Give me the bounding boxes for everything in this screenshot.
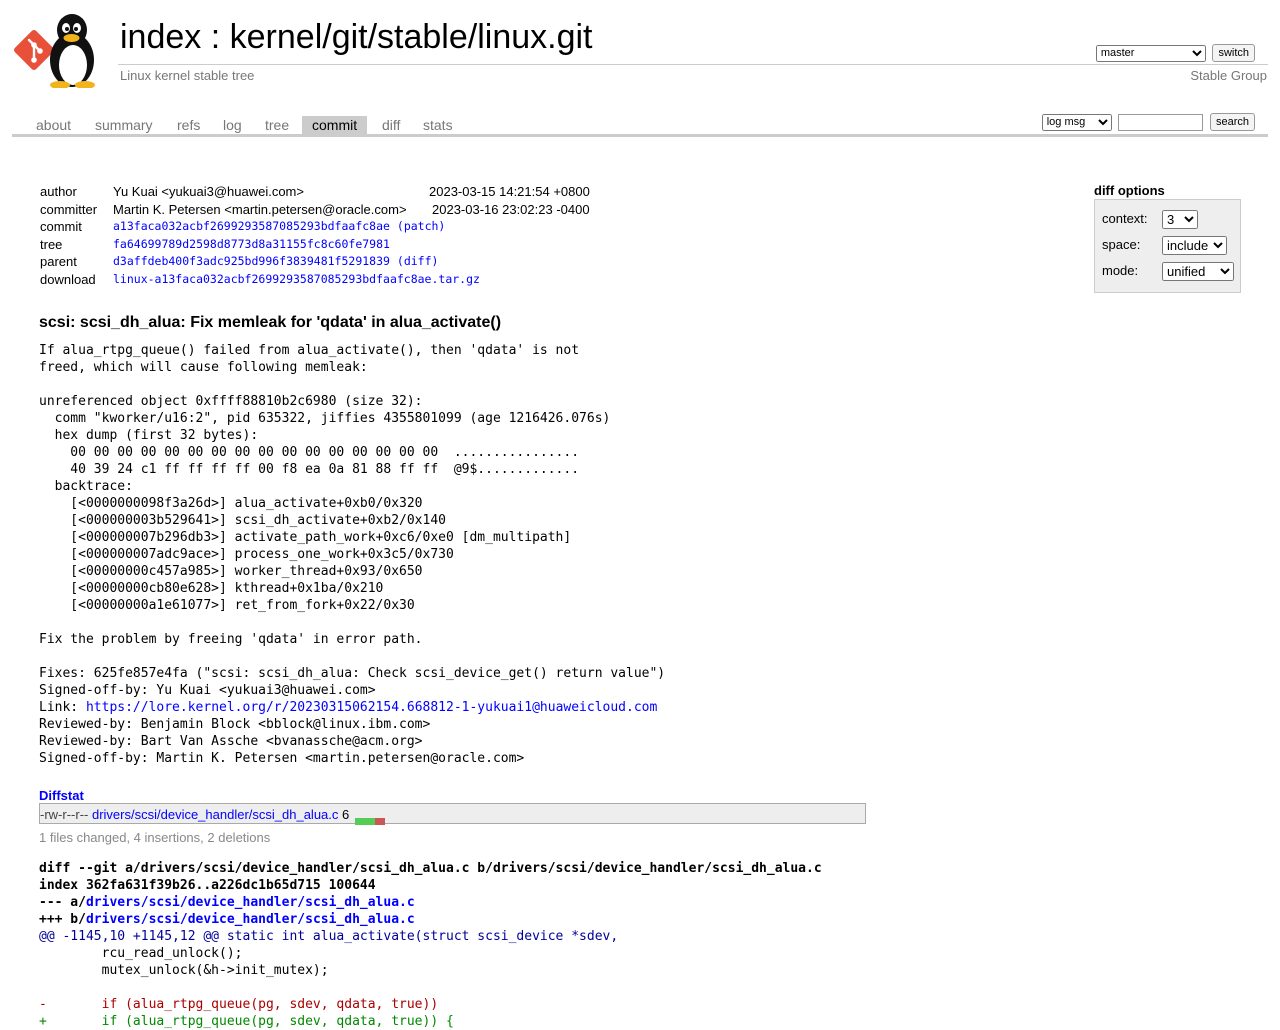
diff-options-title: diff options	[1094, 183, 1165, 198]
space-select[interactable]: include	[1162, 236, 1227, 255]
tab-refs[interactable]: refs	[167, 116, 210, 134]
tab-diff[interactable]: diff	[372, 116, 410, 134]
committer-date: 2023-03-16 23:02:23 -0400	[432, 201, 590, 217]
added-line: + if (alua_rtpg_queue(pg, sdev, qdata, t…	[39, 1014, 454, 1029]
search-form: log msg search	[1041, 113, 1255, 131]
repo-path-link[interactable]: kernel/git/stable/linux.git	[230, 18, 593, 56]
link-prefix: Link:	[39, 700, 86, 715]
diffstat-link[interactable]: Diffstat	[39, 788, 84, 803]
space-label: space:	[1102, 237, 1141, 252]
search-button[interactable]: search	[1209, 113, 1255, 131]
plus-prefix: +++ b/	[39, 912, 86, 927]
repo-owner: Stable Group	[1190, 68, 1267, 83]
hunk-header: @@ -1145,10 +1145,12 @@ static int alua_…	[39, 929, 619, 944]
tab-commit[interactable]: commit	[302, 116, 368, 134]
deletions-bar	[374, 818, 385, 826]
nav-tabs: about summary refs log tree commit diff …	[12, 110, 1268, 137]
diff-options-box: context: 3 space: include mode: unified	[1094, 199, 1241, 293]
commit-id-link[interactable]: a13faca032acbf2699293587085293bdfaafc8ae	[113, 219, 390, 233]
tab-summary[interactable]: summary	[85, 116, 163, 134]
diff-index-line: index 362fa631f39b26..a226dc1b65d715 100…	[39, 878, 376, 893]
index-link[interactable]: index	[120, 18, 201, 56]
context-line: ​	[39, 979, 822, 996]
plus-file-link[interactable]: drivers/scsi/device_handler/scsi_dh_alua…	[86, 912, 415, 927]
author-date: 2023-03-15 14:21:54 +0800	[429, 184, 590, 199]
commit-subject: scsi: scsi_dh_alua: Fix memleak for 'qda…	[39, 314, 502, 331]
diff-options-panel: diff options context: 3 space: include m…	[1094, 183, 1241, 293]
branch-select[interactable]: master	[1095, 44, 1206, 62]
author-label: author	[40, 184, 77, 199]
context-select[interactable]: 3	[1162, 210, 1198, 229]
context-line: mutex_unlock(&h->init_mutex);	[39, 963, 329, 978]
diffstat-graph	[354, 811, 385, 826]
tab-tree[interactable]: tree	[255, 116, 299, 134]
mode-select[interactable]: unified	[1162, 262, 1234, 281]
search-input[interactable]	[1118, 113, 1204, 131]
diffstat-file-link[interactable]: drivers/scsi/device_handler/scsi_dh_alua…	[92, 807, 338, 822]
parent-label: parent	[40, 254, 77, 270]
committer-label: committer	[40, 201, 98, 217]
search-mode-select[interactable]: log msg	[1041, 113, 1112, 131]
deleted-line: - if (alua_rtpg_queue(pg, sdev, qdata, t…	[39, 997, 439, 1012]
mode-option-row: mode: unified	[1102, 261, 1234, 281]
tab-stats[interactable]: stats	[413, 116, 463, 134]
title-separator: :	[210, 18, 221, 56]
space-option-row: space: include	[1102, 235, 1234, 255]
context-label: context:	[1102, 211, 1148, 226]
repo-title: index : kernel/git/stable/linux.git	[120, 15, 593, 59]
lore-link[interactable]: https://lore.kernel.org/r/20230315062154…	[86, 700, 657, 715]
diff-view: diff --git a/drivers/scsi/device_handler…	[39, 860, 822, 1030]
context-line: rcu_read_unlock();	[39, 946, 243, 961]
committer-value: Martin K. Petersen <martin.petersen@orac…	[113, 201, 407, 217]
commit-message-body: If alua_rtpg_queue() failed from alua_ac…	[39, 343, 666, 698]
tree-label: tree	[40, 236, 63, 252]
commit-message: If alua_rtpg_queue() failed from alua_ac…	[39, 342, 665, 767]
tux-logo-icon[interactable]	[12, 8, 112, 88]
download-link[interactable]: linux-a13faca032acbf2699293587085293bdfa…	[113, 272, 480, 286]
switch-button[interactable]: switch	[1212, 44, 1255, 62]
patch-link[interactable]: (patch)	[397, 219, 445, 233]
download-label: download	[40, 271, 96, 287]
diffstat-summary: 1 files changed, 4 insertions, 2 deletio…	[39, 830, 271, 845]
repo-description: Linux kernel stable tree	[120, 68, 255, 83]
commit-label: commit	[40, 219, 82, 235]
context-option-row: context: 3	[1102, 209, 1234, 229]
mode-label: mode:	[1102, 263, 1139, 278]
insertions-bar	[354, 818, 375, 826]
tab-about[interactable]: about	[26, 116, 81, 134]
diffstat-changes: 6	[342, 807, 350, 823]
diffstat-table: -rw-r--r-- drivers/scsi/device_handler/s…	[39, 803, 866, 826]
parent-diff-link[interactable]: (diff)	[397, 254, 439, 268]
diff-git-line: diff --git a/drivers/scsi/device_handler…	[39, 861, 822, 876]
diff-plus-line: +++ b/drivers/scsi/device_handler/scsi_d…	[39, 911, 822, 928]
tab-log[interactable]: log	[213, 116, 252, 134]
file-mode: -rw-r--r--	[40, 807, 89, 823]
author-value: Yu Kuai <yukuai3@huawei.com>	[113, 184, 304, 199]
parent-id-link[interactable]: d3affdeb400f3adc925bd996f3839481f5291839	[113, 254, 390, 268]
branch-switch-form: master switch	[1095, 44, 1255, 62]
diffstat-header: Diffstat	[39, 788, 84, 803]
minus-file-link[interactable]: drivers/scsi/device_handler/scsi_dh_alua…	[86, 895, 415, 910]
commit-message-trailers: Reviewed-by: Benjamin Block <bblock@linu…	[39, 717, 525, 766]
header-divider	[118, 64, 1268, 65]
tree-id-link[interactable]: fa64699789d2598d8773d8a31155fc8c60fe7981	[113, 237, 390, 251]
diff-minus-line: --- a/drivers/scsi/device_handler/scsi_d…	[39, 894, 822, 911]
header: index : kernel/git/stable/linux.git Linu…	[0, 0, 1280, 96]
minus-prefix: --- a/	[39, 895, 86, 910]
